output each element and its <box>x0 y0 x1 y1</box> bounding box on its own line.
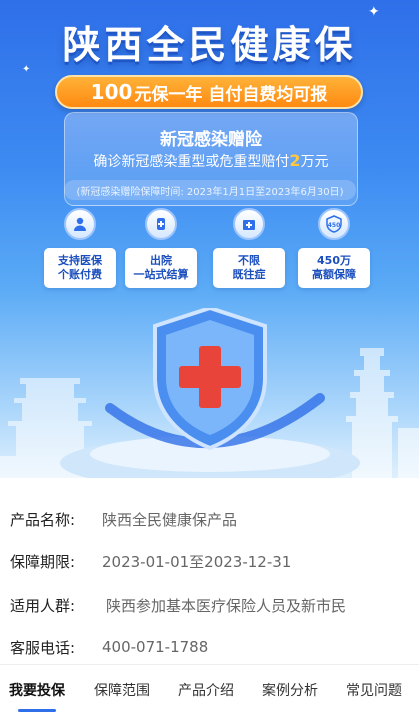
service-phone-value[interactable]: 400-071-1788 <box>102 638 208 656</box>
feature-line1: 不限 <box>238 254 260 267</box>
city-skyline-illustration <box>0 308 419 478</box>
person-icon <box>64 208 96 240</box>
feature-line1: 支持医保 <box>58 254 102 267</box>
active-tab-indicator <box>18 709 56 712</box>
coverage-period-label: 保障期限: <box>10 552 76 571</box>
feature-card: 出院 一站式结算 <box>125 248 197 288</box>
svg-text:450: 450 <box>328 222 341 229</box>
price-slogan-text: 元保一年 自付自费均可报 <box>134 84 328 105</box>
covid-gift-period: (新冠感染赠险保障时间: 2023年1月1日至2023年6月30日) <box>64 180 356 200</box>
shield-badge-icon: 450 <box>318 208 350 240</box>
product-name-value: 陕西全民健康保产品 <box>102 510 238 529</box>
banner-title: 陕西全民健康保 <box>62 23 357 67</box>
feature-one-stop-settlement: 出院 一站式结算 <box>125 208 197 288</box>
feature-line2: 一站式结算 <box>133 268 189 281</box>
feature-line2: 既往症 <box>232 268 266 281</box>
covid-gift-desc-prefix: 确诊新冠感染重型或危重型赔付 <box>93 154 290 170</box>
audience-label: 适用人群: <box>10 596 76 615</box>
coverage-period-value: 2023-01-01至2023-12-31 <box>102 552 292 571</box>
price-amount: 100 <box>90 80 133 104</box>
product-name-row: 产品名称: 陕西全民健康保产品 <box>0 496 419 542</box>
feature-card: 450万 高额保障 <box>298 248 370 288</box>
hero-banner: ✦ ✦ 陕西全民健康保 100 元保一年 自付自费均可报 新冠感染赠险 确诊新冠… <box>0 0 419 478</box>
divider <box>0 664 419 665</box>
tab-coverage-scope[interactable]: 保障范围 <box>94 680 150 700</box>
covid-gift-amount: 2 <box>289 151 301 170</box>
feature-line1: 出院 <box>150 254 172 267</box>
service-phone-label: 客服电话: <box>10 638 76 657</box>
product-name-label: 产品名称: <box>10 510 76 529</box>
covid-gift-desc-suffix: 万元 <box>300 154 329 170</box>
tab-faq[interactable]: 常见问题 <box>346 680 402 700</box>
feature-medical-account: 支持医保 个账付费 <box>44 208 116 288</box>
feature-line2: 高额保障 <box>312 268 356 281</box>
tab-bar: 我要投保 保障范围 产品介绍 案例分析 常见问题 <box>0 672 419 720</box>
hospital-icon <box>233 208 265 240</box>
tab-buy-insurance[interactable]: 我要投保 <box>9 680 65 700</box>
audience-value: 陕西参加基本医疗保险人员及新市民 <box>106 596 347 615</box>
tab-product-intro[interactable]: 产品介绍 <box>178 680 234 700</box>
feature-high-coverage: 450 450万 高额保障 <box>298 208 370 288</box>
feature-line1: 450万 <box>317 254 351 267</box>
coverage-period-row: 保障期限: 2023-01-01至2023-12-31 <box>0 538 419 584</box>
covid-gift-description: 确诊新冠感染重型或危重型赔付2万元 <box>65 151 357 171</box>
price-slogan-bar: 100 元保一年 自付自费均可报 <box>55 75 363 109</box>
feature-card: 支持医保 个账付费 <box>44 248 116 288</box>
medicine-icon <box>145 208 177 240</box>
audience-row: 适用人群: 陕西参加基本医疗保险人员及新市民 <box>0 582 419 628</box>
feature-card: 不限 既往症 <box>213 248 285 288</box>
tab-case-analysis[interactable]: 案例分析 <box>262 680 318 700</box>
feature-line2: 个账付费 <box>58 268 102 281</box>
covid-gift-title: 新冠感染赠险 <box>160 130 262 150</box>
feature-preexisting-conditions: 不限 既往症 <box>213 208 285 288</box>
